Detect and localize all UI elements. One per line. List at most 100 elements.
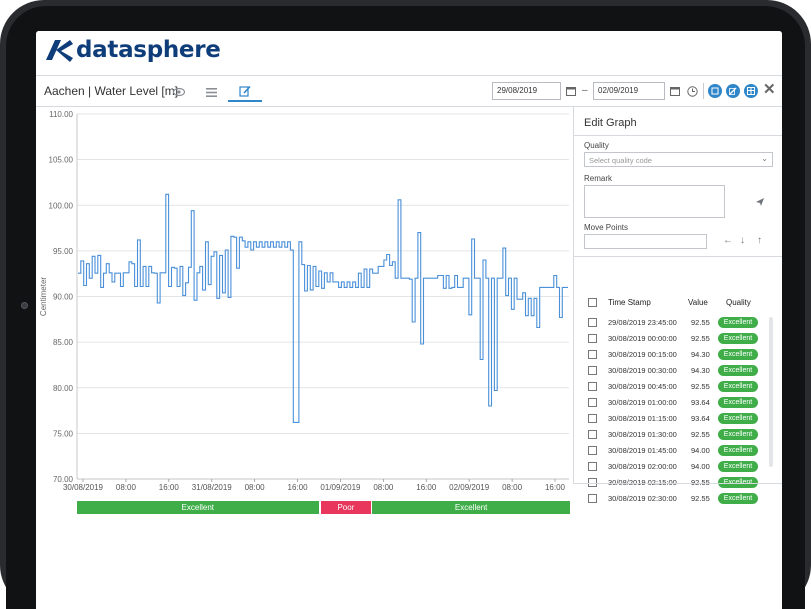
brand-logo[interactable]: datasphere [44,37,221,63]
header-value: Value [688,298,708,307]
quality-select[interactable]: Select quality code ⌄ [584,152,773,167]
row-checkbox[interactable] [588,446,597,455]
table-row[interactable]: 30/08/2019 01:00:00 93.64 Excellent [584,395,776,411]
date-separator: – [582,85,588,96]
quality-badge: Excellent [718,365,758,376]
row-value: 94.30 [691,350,710,359]
row-value: 94.00 [691,462,710,471]
row-checkbox[interactable] [588,430,597,439]
eye-icon[interactable] [170,82,188,102]
row-checkbox[interactable] [588,494,597,503]
quality-badge: Excellent [718,349,758,360]
calendar-icon[interactable] [667,82,683,100]
water-level-chart[interactable]: 110.00 105.00 100.00 95.00 90.00 85.00 80.00 75… [36,107,573,517]
app-header: datasphere [36,31,782,74]
row-value: 92.55 [691,318,710,327]
row-checkbox[interactable] [588,318,597,327]
quality-badge: Excellent [718,461,758,472]
date-to-input[interactable]: 02/09/2019 [593,82,665,100]
table-row[interactable]: 30/08/2019 02:30:00 92.55 Excellent [584,491,776,507]
table-icon[interactable] [744,84,758,98]
table-row[interactable]: 30/08/2019 02:00:00 94.00 Excellent [584,459,776,475]
quality-badge: Excellent [718,317,758,328]
send-icon[interactable] [755,197,765,210]
table-row[interactable]: 30/08/2019 01:15:00 93.64 Excellent [584,411,776,427]
table-row[interactable]: 30/08/2019 00:00:00 92.55 Excellent [584,331,776,347]
clock-icon[interactable] [684,82,700,100]
quality-badge: Excellent [718,429,758,440]
quality-segment-excellent[interactable]: Excellent [77,501,319,514]
row-timestamp: 30/08/2019 00:00:00 [608,334,677,343]
row-timestamp: 30/08/2019 01:30:00 [608,430,677,439]
arrow-down-icon[interactable]: ↓ [740,235,745,246]
edit-icon[interactable] [228,82,262,102]
x-tick-label: 16:00 [545,483,566,492]
row-value: 94.30 [691,366,710,375]
x-tick-label: 16:00 [159,483,180,492]
x-tick-label: 01/09/2019 [320,483,361,492]
y-tick-label: 95.00 [53,247,74,256]
close-icon[interactable]: ✕ [763,82,776,97]
row-checkbox[interactable] [588,350,597,359]
quality-segment-excellent[interactable]: Excellent [372,501,570,514]
x-tick-label: 16:00 [416,483,437,492]
panel-divider [574,135,782,136]
remark-field[interactable] [584,185,725,218]
quality-badge: Excellent [718,333,758,344]
select-all-checkbox[interactable] [588,298,597,307]
row-checkbox[interactable] [588,398,597,407]
y-tick-label: 85.00 [53,338,74,347]
table-scrollbar[interactable] [769,317,773,467]
table-row[interactable]: 30/08/2019 00:30:00 94.30 Excellent [584,363,776,379]
quality-placeholder: Select quality code [589,156,652,165]
table-row[interactable]: 29/08/2019 23:45:00 92.55 Excellent [584,315,776,331]
arrow-up-icon[interactable]: ↑ [757,235,762,246]
quality-segment-poor[interactable]: Poor [320,501,372,514]
y-tick-label: 100.00 [49,201,74,210]
panel-bottom-border [573,483,782,484]
y-tick-label: 90.00 [53,293,74,302]
row-checkbox[interactable] [588,334,597,343]
points-table-body: 29/08/2019 23:45:00 92.55 Excellent 30/08/2… [584,315,776,507]
row-value: 93.64 [691,414,710,423]
row-checkbox[interactable] [588,462,597,471]
x-tick-label: 02/09/2019 [449,483,490,492]
quality-badge: Excellent [718,493,758,504]
y-tick-label: 80.00 [53,384,74,393]
move-points-input[interactable] [584,234,707,249]
chevron-down-icon: ⌄ [761,154,768,163]
logo-mark-icon [46,40,73,62]
row-timestamp: 30/08/2019 00:30:00 [608,366,677,375]
row-checkbox[interactable] [588,382,597,391]
water-level-series [78,193,568,423]
edit-graph-panel: Edit Graph Quality Select quality code ⌄… [573,107,782,504]
row-timestamp: 30/08/2019 01:15:00 [608,414,677,423]
header-timestamp: Time Stamp [608,298,651,307]
row-timestamp: 30/08/2019 00:45:00 [608,382,677,391]
toolbar: Aachen | Water Level [m] 29/08/2019 – 02… [36,75,782,107]
quality-badge: Excellent [718,397,758,408]
row-checkbox[interactable] [588,366,597,375]
panel-title: Edit Graph [584,117,637,129]
row-timestamp: 29/08/2019 23:45:00 [608,318,677,327]
edit-icon[interactable] [726,84,740,98]
arrow-left-icon[interactable]: ← [723,235,733,246]
table-row[interactable]: 30/08/2019 01:45:00 94.00 Excellent [584,443,776,459]
table-row[interactable]: 30/08/2019 00:15:00 94.30 Excellent [584,347,776,363]
row-value: 92.55 [691,430,710,439]
x-tick-label: 16:00 [288,483,309,492]
brand-name: datasphere [76,37,221,63]
app-screen: datasphere Aachen | Water Level [m] 29/0… [36,31,782,609]
quality-badge: Excellent [718,445,758,456]
table-row[interactable]: 30/08/2019 00:45:00 92.55 Excellent [584,379,776,395]
calendar-icon[interactable] [563,82,579,100]
panel-divider [574,256,782,257]
list-icon[interactable] [202,82,220,102]
settings-icon[interactable] [708,84,722,98]
header-quality: Quality [726,298,751,307]
row-checkbox[interactable] [588,414,597,423]
date-from-input[interactable]: 29/08/2019 [492,82,561,100]
table-row[interactable]: 30/08/2019 01:30:00 92.55 Excellent [584,427,776,443]
remark-label: Remark [584,174,613,183]
x-tick-label: 08:00 [116,483,137,492]
